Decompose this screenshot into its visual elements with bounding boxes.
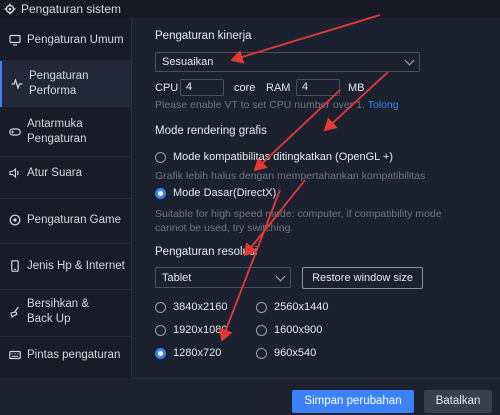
keyboard-icon	[9, 350, 21, 360]
phone-icon	[11, 260, 19, 272]
rendering-heading: Mode rendering grafis	[155, 125, 267, 137]
resolution-option-label: 3840x2160	[173, 301, 228, 313]
pulse-icon	[11, 78, 23, 90]
sidebar-item-shortcuts[interactable]: Pintas pengaturan	[0, 345, 131, 365]
vt-hint: Please enable VT to set CPU number over …	[155, 98, 399, 112]
gear-icon	[4, 3, 16, 15]
render-option-directx[interactable]: Mode Dasar(DirectX)	[155, 187, 276, 199]
cpu-input[interactable]: 4	[180, 79, 224, 96]
sidebar-item-label: Pengaturan Game	[27, 213, 121, 226]
render-option-opengl[interactable]: Mode kompatibilitas ditingkatkan (OpenGL…	[155, 151, 393, 163]
broom-icon	[10, 306, 19, 318]
mb-label: MB	[348, 82, 365, 94]
performance-mode-select[interactable]: Sesuaikan	[155, 52, 420, 72]
radio-res-3840[interactable]	[155, 301, 166, 313]
sidebar: Pengaturan Umum Pengaturan Performa Anta…	[0, 18, 132, 378]
render-option-directx-desc: Suitable for high speed mode: computer, …	[155, 208, 442, 234]
sidebar-item-performance[interactable]: Pengaturan Performa	[0, 61, 131, 107]
performance-mode-value: Sesuaikan	[162, 56, 214, 68]
performance-heading: Pengaturan kinerja	[155, 30, 252, 42]
sidebar-item-label: Bersihkan & Back Up	[27, 298, 90, 325]
resolution-option-label: 1280x720	[173, 347, 222, 359]
sidebar-item-sound[interactable]: Atur Suara	[0, 163, 131, 183]
radio-res-2560[interactable]	[256, 301, 267, 313]
sidebar-item-device[interactable]: Jenis Hp & Internet	[0, 256, 131, 276]
title-bar: Pengaturan sistem	[0, 0, 500, 18]
resolution-option-label: 960x540	[274, 347, 317, 359]
resolution-option[interactable]: 1600x900	[256, 324, 322, 336]
help-link[interactable]: Tolong	[368, 99, 399, 111]
resolution-option[interactable]: 960x540	[256, 347, 316, 359]
render-option-directx-label: Mode Dasar(DirectX)	[173, 187, 277, 199]
radio-directx[interactable]	[155, 187, 166, 199]
save-changes-button[interactable]: Simpan perubahan	[292, 390, 414, 413]
sidebar-item-label: Atur Suara	[27, 166, 82, 179]
resolution-option-label: 2560x1440	[274, 301, 329, 313]
radio-opengl[interactable]	[155, 151, 166, 163]
vt-hint-text: Please enable VT to set CPU number over …	[155, 99, 365, 111]
radio-res-960[interactable]	[256, 347, 267, 359]
ram-input[interactable]: 4	[296, 79, 340, 96]
window-title: Pengaturan sistem	[21, 2, 122, 16]
sidebar-item-label: Jenis Hp & Internet	[27, 259, 125, 272]
target-icon	[9, 214, 21, 226]
resolution-option-label: 1920x1080	[173, 324, 228, 336]
resolution-option[interactable]: 3840x2160	[155, 301, 227, 313]
sidebar-item-interface[interactable]: Antarmuka Pengaturan	[0, 114, 131, 150]
render-option-opengl-label: Mode kompatibilitas ditingkatkan (OpenGL…	[173, 151, 394, 163]
radio-res-1280[interactable]	[155, 347, 166, 359]
chevron-down-icon	[275, 271, 286, 281]
cancel-button[interactable]: Batalkan	[424, 390, 492, 413]
resolution-option[interactable]: 1920x1080	[155, 324, 227, 336]
device-type-value: Tablet	[162, 271, 192, 284]
restore-window-size-button[interactable]: Restore window size	[302, 267, 423, 289]
chevron-down-icon	[404, 55, 415, 66]
sidebar-item-game[interactable]: Pengaturan Game	[0, 210, 131, 230]
speaker-icon	[9, 167, 19, 179]
sidebar-item-label: Pengaturan Performa	[29, 70, 89, 97]
resolution-heading: Pengaturan resolusi	[155, 246, 258, 258]
radio-res-1600[interactable]	[256, 324, 267, 336]
resolution-option[interactable]: 2560x1440	[256, 301, 328, 313]
resolution-option[interactable]: 1280x720	[155, 347, 221, 359]
gamepad-icon	[9, 128, 21, 136]
resolution-option-label: 1600x900	[274, 324, 323, 336]
settings-panel: Pengaturan kinerja Sesuaikan CPU 4 core …	[132, 18, 500, 378]
core-label: core	[234, 82, 256, 94]
monitor-icon	[9, 34, 21, 46]
render-option-opengl-desc: Grafik lebih halus dengan mempertahankan…	[155, 170, 426, 182]
sidebar-item-label: Pintas pengaturan	[27, 348, 121, 361]
ram-label: RAM	[266, 82, 291, 94]
device-type-select[interactable]: Tablet	[155, 267, 291, 288]
radio-res-1920[interactable]	[155, 324, 166, 336]
cpu-label: CPU	[155, 82, 179, 94]
sidebar-item-label: Pengaturan Umum	[27, 33, 124, 46]
sidebar-item-cleanup[interactable]: Bersihkan & Back Up	[0, 296, 131, 328]
sidebar-item-general[interactable]: Pengaturan Umum	[0, 30, 131, 50]
sidebar-item-label: Antarmuka Pengaturan	[27, 118, 87, 145]
footer-bar: Simpan perubahan Batalkan	[132, 378, 500, 415]
